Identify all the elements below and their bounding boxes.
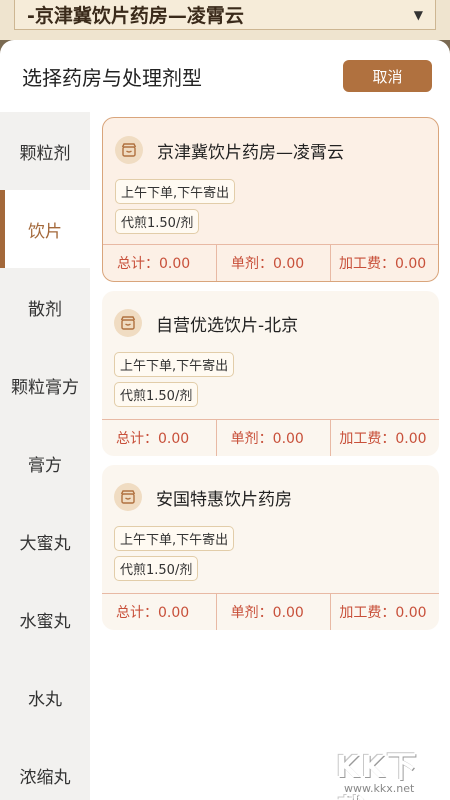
total-price: 总计：0.00 (103, 245, 217, 281)
total-price: 总计：0.00 (102, 420, 217, 456)
nav-item-label: 散剂 (28, 299, 62, 320)
card-footer: 总计：0.00 单剂：0.00 加工费：0.00 (102, 419, 439, 456)
store-icon (115, 136, 143, 164)
nav-item-granules[interactable]: 颗粒剂 (0, 112, 90, 190)
caret-down-icon: ▼ (413, 7, 423, 22)
sheet-title: 选择药房与处理剂型 (22, 66, 202, 90)
watermark-logo: KK下载 www.kkx.net (332, 740, 450, 800)
shipping-tag: 上午下单,下午寄出 (115, 179, 236, 204)
processing-fee: 加工费：0.00 (339, 431, 427, 447)
nav-item-powder[interactable]: 散剂 (0, 268, 90, 346)
store-icon (114, 483, 142, 511)
nav-item-concentrated-pill[interactable]: 浓缩丸 (0, 736, 90, 800)
nav-item-label: 水蜜丸 (19, 611, 71, 632)
nav-item-paste[interactable]: 膏方 (0, 424, 90, 502)
pharmacy-card[interactable]: 安国特惠饮片药房 上午下单,下午寄出 代煎1.50/剂 总计：0.00 单剂：0… (102, 465, 439, 630)
card-head: 京津冀饮片药房—凌霄云 (115, 136, 344, 164)
card-head: 安国特惠饮片药房 (114, 483, 292, 511)
pharmacy-name: 自营优选饮片-北京 (156, 315, 299, 336)
nav-item-label: 浓缩丸 (19, 767, 71, 788)
background-header: -京津冀饮片药房—凌霄云 ▼ (0, 0, 450, 40)
processing-fee: 加工费：0.00 (339, 605, 427, 621)
card-head: 自营优选饮片-北京 (114, 309, 298, 337)
nav-item-label: 大蜜丸 (19, 533, 71, 554)
per-dose-price: 单剂：0.00 (217, 594, 332, 630)
decoction-tag: 代煎1.50/剂 (115, 209, 200, 234)
watermark-url: www.kkx.net (344, 782, 415, 795)
sheet-header: 选择药房与处理剂型 取消 (0, 40, 450, 112)
total-price: 总计：0.00 (102, 594, 217, 630)
per-dose-price: 单剂：0.00 (217, 420, 332, 456)
store-icon (114, 309, 142, 337)
shipping-tag: 上午下单,下午寄出 (114, 352, 235, 377)
nav-item-water-honey-pill[interactable]: 水蜜丸 (0, 580, 90, 658)
pharmacy-list: 京津冀饮片药房—凌霄云 上午下单,下午寄出 代煎1.50/剂 总计：0.00 单… (102, 117, 439, 639)
card-footer: 总计：0.00 单剂：0.00 加工费：0.00 (102, 593, 439, 630)
nav-item-big-honey-pill[interactable]: 大蜜丸 (0, 502, 90, 580)
nav-item-label: 颗粒膏方 (11, 377, 79, 398)
nav-item-granule-paste[interactable]: 颗粒膏方 (0, 346, 90, 424)
pharmacy-name: 京津冀饮片药房—凌霄云 (157, 142, 344, 163)
decoction-tag: 代煎1.50/剂 (114, 556, 199, 581)
per-dose-price: 单剂：0.00 (217, 245, 331, 281)
card-footer: 总计：0.00 单剂：0.00 加工费：0.00 (103, 244, 438, 281)
pharmacy-name: 安国特惠饮片药房 (156, 489, 292, 510)
pharmacy-select[interactable]: -京津冀饮片药房—凌霄云 ▼ (14, 0, 436, 30)
pharmacy-card[interactable]: 京津冀饮片药房—凌霄云 上午下单,下午寄出 代煎1.50/剂 总计：0.00 单… (102, 117, 439, 282)
pharmacy-card[interactable]: 自营优选饮片-北京 上午下单,下午寄出 代煎1.50/剂 总计：0.00 单剂：… (102, 291, 439, 456)
nav-item-label: 颗粒剂 (19, 143, 71, 164)
cancel-button[interactable]: 取消 (343, 60, 432, 92)
pharmacy-select-value: -京津冀饮片药房—凌霄云 (27, 5, 244, 27)
dosage-form-nav: 颗粒剂 饮片 散剂 颗粒膏方 膏方 大蜜丸 水蜜丸 水丸 浓缩丸 (0, 112, 90, 800)
nav-item-decoction-pieces[interactable]: 饮片 (0, 190, 90, 268)
nav-item-label: 膏方 (28, 455, 62, 476)
pharmacy-sheet: 选择药房与处理剂型 取消 颗粒剂 饮片 散剂 颗粒膏方 膏方 大蜜丸 水蜜丸 水… (0, 40, 450, 800)
decoction-tag: 代煎1.50/剂 (114, 382, 199, 407)
nav-item-label: 饮片 (28, 221, 62, 242)
nav-item-water-pill[interactable]: 水丸 (0, 658, 90, 736)
processing-fee: 加工费：0.00 (339, 256, 427, 272)
nav-item-label: 水丸 (28, 689, 62, 710)
shipping-tag: 上午下单,下午寄出 (114, 526, 235, 551)
